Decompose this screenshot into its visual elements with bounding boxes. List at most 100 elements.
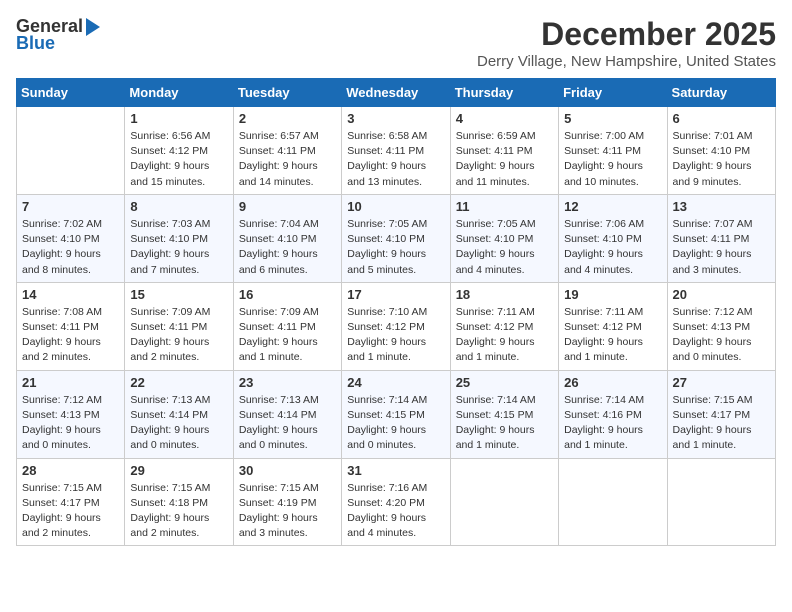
day-cell: 17 Sunrise: 7:10 AMSunset: 4:12 PMDayligh… xyxy=(342,282,450,370)
day-info: Sunrise: 7:01 AMSunset: 4:10 PMDaylight:… xyxy=(673,129,770,190)
day-info: Sunrise: 7:09 AMSunset: 4:11 PMDaylight:… xyxy=(130,305,227,366)
day-cell: 10 Sunrise: 7:05 AMSunset: 4:10 PMDayligh… xyxy=(342,194,450,282)
day-info: Sunrise: 7:03 AMSunset: 4:10 PMDaylight:… xyxy=(130,217,227,278)
day-info: Sunrise: 7:14 AMSunset: 4:15 PMDaylight:… xyxy=(347,393,444,454)
day-info: Sunrise: 7:11 AMSunset: 4:12 PMDaylight:… xyxy=(564,305,661,366)
day-cell: 28 Sunrise: 7:15 AMSunset: 4:17 PMDayligh… xyxy=(17,458,125,546)
day-info: Sunrise: 7:04 AMSunset: 4:10 PMDaylight:… xyxy=(239,217,336,278)
day-cell: 2 Sunrise: 6:57 AMSunset: 4:11 PMDaylight… xyxy=(233,107,341,195)
day-number: 10 xyxy=(347,199,444,214)
day-number: 31 xyxy=(347,463,444,478)
day-cell: 11Sunrise: 7:05 AMSunset: 4:10 PMDayligh… xyxy=(450,194,558,282)
day-info: Sunrise: 7:10 AMSunset: 4:12 PMDaylight:… xyxy=(347,305,444,366)
logo-arrow-icon xyxy=(86,18,100,36)
week-row-4: 28 Sunrise: 7:15 AMSunset: 4:17 PMDayligh… xyxy=(17,458,776,546)
logo-blue: Blue xyxy=(16,33,55,54)
day-cell: 24 Sunrise: 7:14 AMSunset: 4:15 PMDayligh… xyxy=(342,370,450,458)
day-cell: 5Sunrise: 7:00 AMSunset: 4:11 PMDaylight… xyxy=(559,107,667,195)
day-info: Sunrise: 7:14 AMSunset: 4:15 PMDaylight:… xyxy=(456,393,553,454)
day-cell: 27 Sunrise: 7:15 AMSunset: 4:17 PMDayligh… xyxy=(667,370,775,458)
day-number: 8 xyxy=(130,199,227,214)
header-monday: Monday xyxy=(125,79,233,107)
day-number: 18 xyxy=(456,287,553,302)
header-thursday: Thursday xyxy=(450,79,558,107)
day-info: Sunrise: 7:16 AMSunset: 4:20 PMDaylight:… xyxy=(347,481,444,542)
day-cell xyxy=(450,458,558,546)
location-title: Derry Village, New Hampshire, United Sta… xyxy=(477,53,776,70)
day-number: 4 xyxy=(456,111,553,126)
day-cell: 29Sunrise: 7:15 AMSunset: 4:18 PMDayligh… xyxy=(125,458,233,546)
day-number: 29 xyxy=(130,463,227,478)
header-saturday: Saturday xyxy=(667,79,775,107)
day-number: 28 xyxy=(22,463,119,478)
header-tuesday: Tuesday xyxy=(233,79,341,107)
day-number: 22 xyxy=(130,375,227,390)
day-cell: 12 Sunrise: 7:06 AMSunset: 4:10 PMDayligh… xyxy=(559,194,667,282)
day-cell: 22Sunrise: 7:13 AMSunset: 4:14 PMDayligh… xyxy=(125,370,233,458)
title-area: December 2025 Derry Village, New Hampshi… xyxy=(477,16,776,70)
month-title: December 2025 xyxy=(477,16,776,53)
day-cell: 4 Sunrise: 6:59 AMSunset: 4:11 PMDaylight… xyxy=(450,107,558,195)
day-number: 23 xyxy=(239,375,336,390)
day-info: Sunrise: 7:06 AMSunset: 4:10 PMDaylight:… xyxy=(564,217,661,278)
day-info: Sunrise: 7:07 AMSunset: 4:11 PMDaylight:… xyxy=(673,217,770,278)
header-sunday: Sunday xyxy=(17,79,125,107)
header-row: SundayMondayTuesdayWednesdayThursdayFrid… xyxy=(17,79,776,107)
day-info: Sunrise: 7:05 AMSunset: 4:10 PMDaylight:… xyxy=(456,217,553,278)
day-cell xyxy=(17,107,125,195)
day-cell: 18 Sunrise: 7:11 AMSunset: 4:12 PMDayligh… xyxy=(450,282,558,370)
day-cell: 31 Sunrise: 7:16 AMSunset: 4:20 PMDayligh… xyxy=(342,458,450,546)
day-cell: 15 Sunrise: 7:09 AMSunset: 4:11 PMDayligh… xyxy=(125,282,233,370)
day-cell: 8 Sunrise: 7:03 AMSunset: 4:10 PMDaylight… xyxy=(125,194,233,282)
day-info: Sunrise: 7:12 AMSunset: 4:13 PMDaylight:… xyxy=(673,305,770,366)
day-info: Sunrise: 7:09 AMSunset: 4:11 PMDaylight:… xyxy=(239,305,336,366)
day-cell: 7 Sunrise: 7:02 AMSunset: 4:10 PMDaylight… xyxy=(17,194,125,282)
day-cell: 9Sunrise: 7:04 AMSunset: 4:10 PMDaylight… xyxy=(233,194,341,282)
day-info: Sunrise: 7:13 AMSunset: 4:14 PMDaylight:… xyxy=(239,393,336,454)
day-number: 3 xyxy=(347,111,444,126)
day-info: Sunrise: 7:15 AMSunset: 4:19 PMDaylight:… xyxy=(239,481,336,542)
day-cell: 25 Sunrise: 7:14 AMSunset: 4:15 PMDayligh… xyxy=(450,370,558,458)
day-info: Sunrise: 7:15 AMSunset: 4:17 PMDaylight:… xyxy=(673,393,770,454)
day-number: 6 xyxy=(673,111,770,126)
calendar-table: SundayMondayTuesdayWednesdayThursdayFrid… xyxy=(16,78,776,546)
header-friday: Friday xyxy=(559,79,667,107)
day-cell: 13Sunrise: 7:07 AMSunset: 4:11 PMDayligh… xyxy=(667,194,775,282)
day-number: 20 xyxy=(673,287,770,302)
day-number: 2 xyxy=(239,111,336,126)
day-number: 24 xyxy=(347,375,444,390)
day-info: Sunrise: 7:12 AMSunset: 4:13 PMDaylight:… xyxy=(22,393,119,454)
day-number: 27 xyxy=(673,375,770,390)
day-number: 30 xyxy=(239,463,336,478)
day-cell: 16Sunrise: 7:09 AMSunset: 4:11 PMDayligh… xyxy=(233,282,341,370)
day-cell xyxy=(559,458,667,546)
week-row-1: 7 Sunrise: 7:02 AMSunset: 4:10 PMDaylight… xyxy=(17,194,776,282)
day-number: 17 xyxy=(347,287,444,302)
day-number: 12 xyxy=(564,199,661,214)
day-number: 7 xyxy=(22,199,119,214)
day-number: 25 xyxy=(456,375,553,390)
day-cell: 23 Sunrise: 7:13 AMSunset: 4:14 PMDayligh… xyxy=(233,370,341,458)
day-number: 15 xyxy=(130,287,227,302)
day-cell: 30 Sunrise: 7:15 AMSunset: 4:19 PMDayligh… xyxy=(233,458,341,546)
day-info: Sunrise: 7:14 AMSunset: 4:16 PMDaylight:… xyxy=(564,393,661,454)
day-info: Sunrise: 7:15 AMSunset: 4:17 PMDaylight:… xyxy=(22,481,119,542)
day-cell: 6 Sunrise: 7:01 AMSunset: 4:10 PMDaylight… xyxy=(667,107,775,195)
day-cell: 3Sunrise: 6:58 AMSunset: 4:11 PMDaylight… xyxy=(342,107,450,195)
day-cell: 14Sunrise: 7:08 AMSunset: 4:11 PMDayligh… xyxy=(17,282,125,370)
day-number: 21 xyxy=(22,375,119,390)
day-number: 26 xyxy=(564,375,661,390)
page-header: General Blue December 2025 Derry Village… xyxy=(16,16,776,70)
day-cell: 20 Sunrise: 7:12 AMSunset: 4:13 PMDayligh… xyxy=(667,282,775,370)
week-row-2: 14Sunrise: 7:08 AMSunset: 4:11 PMDayligh… xyxy=(17,282,776,370)
day-info: Sunrise: 6:59 AMSunset: 4:11 PMDaylight:… xyxy=(456,129,553,190)
day-info: Sunrise: 7:02 AMSunset: 4:10 PMDaylight:… xyxy=(22,217,119,278)
day-info: Sunrise: 6:57 AMSunset: 4:11 PMDaylight:… xyxy=(239,129,336,190)
day-info: Sunrise: 7:05 AMSunset: 4:10 PMDaylight:… xyxy=(347,217,444,278)
day-info: Sunrise: 7:00 AMSunset: 4:11 PMDaylight:… xyxy=(564,129,661,190)
logo: General Blue xyxy=(16,16,101,54)
week-row-0: 1Sunrise: 6:56 AMSunset: 4:12 PMDaylight… xyxy=(17,107,776,195)
day-info: Sunrise: 7:11 AMSunset: 4:12 PMDaylight:… xyxy=(456,305,553,366)
day-info: Sunrise: 7:08 AMSunset: 4:11 PMDaylight:… xyxy=(22,305,119,366)
day-info: Sunrise: 6:56 AMSunset: 4:12 PMDaylight:… xyxy=(130,129,227,190)
